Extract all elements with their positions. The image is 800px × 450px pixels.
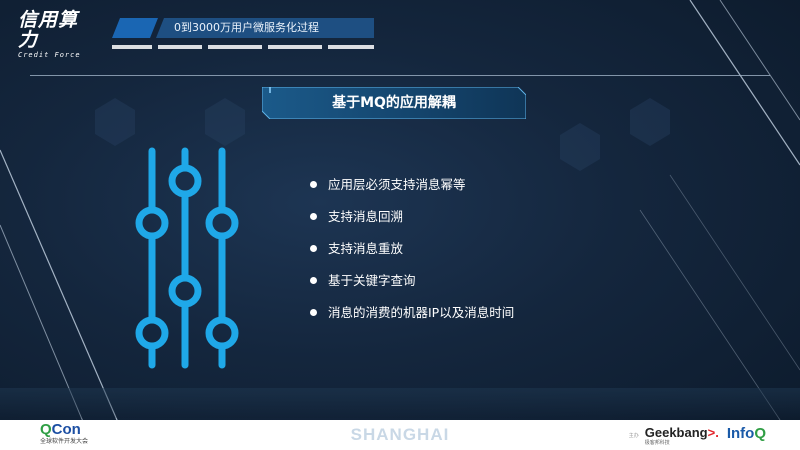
footer: QCon 全球软件开发大会 SHANGHAI 主办 Geekbang>. 极客邦… xyxy=(0,420,800,450)
header-bar: 0到3000万用户微服务化过程 xyxy=(112,18,374,38)
organizer-mark: 主办 xyxy=(628,433,639,439)
geekbang-name: Geekbang xyxy=(644,425,708,440)
header-subtitle: 0到3000万用户微服务化过程 xyxy=(174,21,319,34)
slide-title-box: 基于MQ的应用解耦 xyxy=(262,87,526,119)
bottom-band xyxy=(0,388,800,418)
infoq-main: Info xyxy=(726,425,755,442)
bullet-dot-icon xyxy=(310,277,317,284)
infoq-q: Q xyxy=(754,425,766,442)
list-item: 支持消息回溯 xyxy=(310,203,514,235)
bullet-dot-icon xyxy=(310,213,317,220)
list-item-text: 应用层必须支持消息幂等 xyxy=(328,177,466,192)
slide: 信用算力 Credit Force 0到3000万用户微服务化过程 基于MQ的应… xyxy=(0,0,800,450)
bullet-dot-icon xyxy=(310,245,317,252)
horizontal-divider xyxy=(30,75,770,76)
list-item: 消息的消费的机器IP以及消息时间 xyxy=(310,299,514,331)
list-item: 应用层必须支持消息幂等 xyxy=(310,171,514,203)
list-item-text: 支持消息回溯 xyxy=(328,209,404,224)
slide-title: 基于MQ的应用解耦 xyxy=(332,95,456,111)
list-item-text: 基于关键字查询 xyxy=(328,273,416,288)
bullet-list: 应用层必须支持消息幂等 支持消息回溯 支持消息重放 基于关键字查询 消息的消费的… xyxy=(310,171,514,331)
credit-force-logo: 信用算力 Credit Force xyxy=(18,10,96,59)
list-item-text: 支持消息重放 xyxy=(328,241,404,256)
infoq-logo: InfoQ xyxy=(727,426,766,442)
geekbang-logo: Geekbang>. 极客邦科技 xyxy=(644,425,719,447)
partner-logos: 主办 Geekbang>. 极客邦科技 InfoQ xyxy=(628,425,766,447)
list-item: 基于关键字查询 xyxy=(310,267,514,299)
geekbang-mark: >. xyxy=(707,425,719,440)
geekbang-subtitle: 极客邦科技 xyxy=(644,440,670,446)
list-item-text: 消息的消费的机器IP以及消息时间 xyxy=(328,305,515,320)
logo-subtext: Credit Force xyxy=(18,51,81,59)
header-underline xyxy=(112,45,374,49)
list-item: 支持消息重放 xyxy=(310,235,514,267)
slider-controls-icon xyxy=(135,147,239,369)
logo-text: 信用算力 xyxy=(18,9,79,51)
bullet-dot-icon xyxy=(310,309,317,316)
bullet-dot-icon xyxy=(310,181,317,188)
